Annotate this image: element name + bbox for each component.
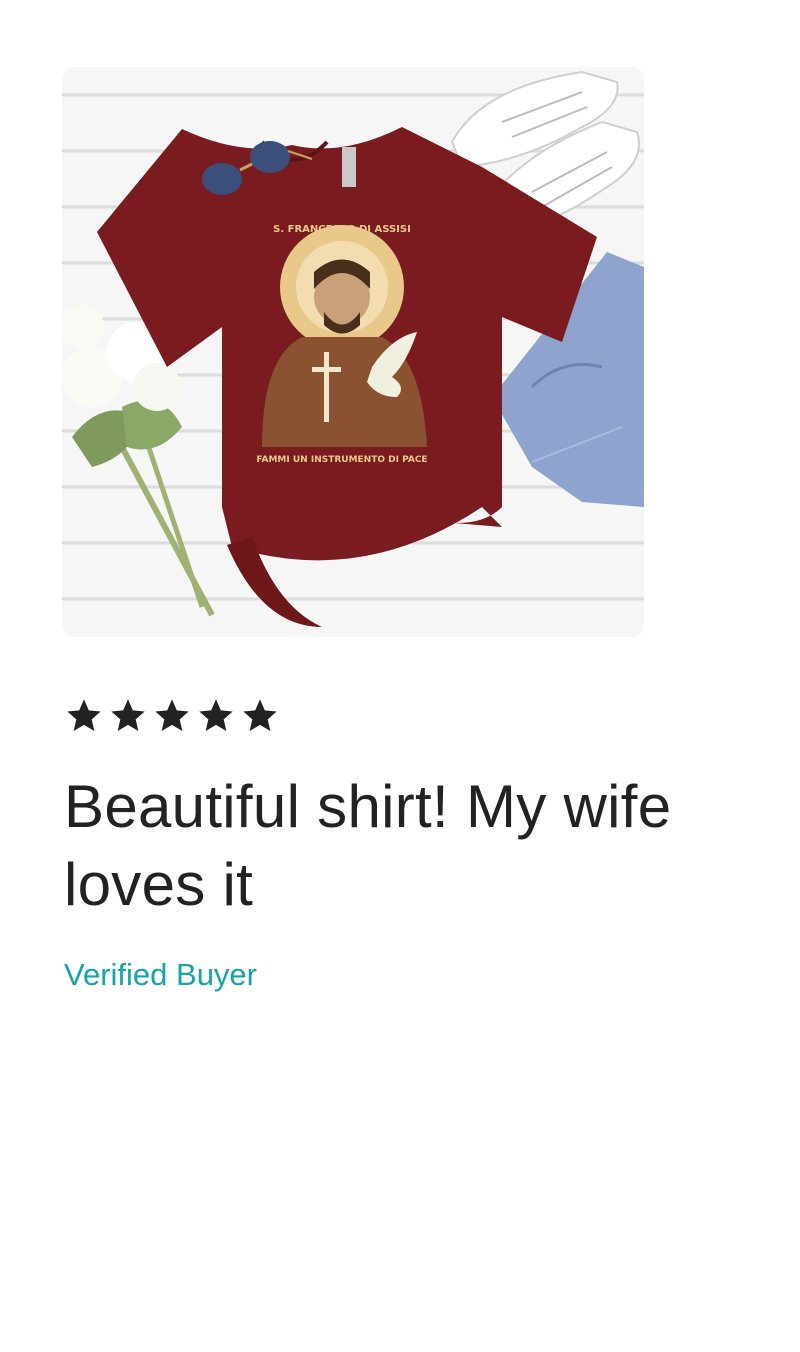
verified-buyer-badge: Verified Buyer [64,957,257,992]
product-photo-illustration: FAMMI UN INSTRUMENTO DI PACE S. FRANCESC… [62,67,644,637]
shirt-print-bottom-text: FAMMI UN INSTRUMENTO DI PACE [256,455,427,465]
product-photo[interactable]: FAMMI UN INSTRUMENTO DI PACE S. FRANCESC… [62,67,644,637]
star-icon [243,699,277,731]
review-text: Beautiful shirt! My wife loves it [64,773,672,918]
star-icon [67,699,101,731]
review-card: FAMMI UN INSTRUMENTO DI PACE S. FRANCESC… [0,0,800,1352]
star-icon [199,699,233,731]
star-icon [111,699,145,731]
star-rating [64,696,280,736]
shirt-print-top-text: S. FRANCESCO DI ASSISI [273,224,411,235]
star-icon [155,699,189,731]
